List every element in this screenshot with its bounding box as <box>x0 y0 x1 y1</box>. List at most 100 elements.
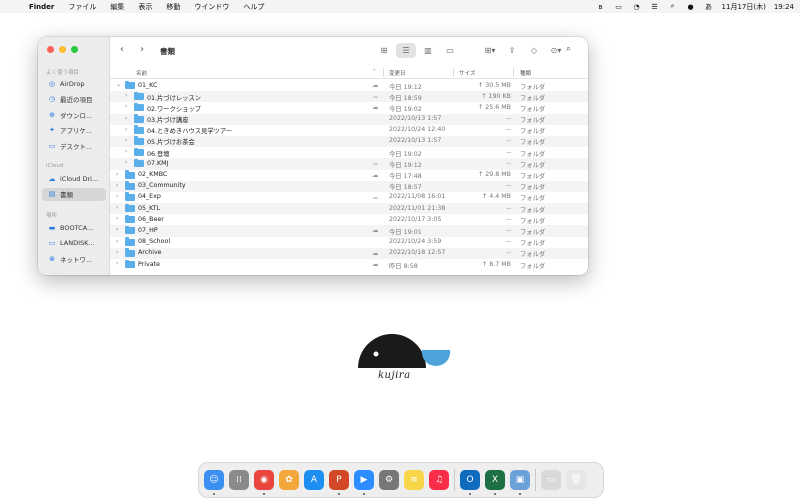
dock-zoom-icon[interactable]: ▶ <box>354 470 374 495</box>
dock-powerpoint-icon[interactable]: P <box>329 470 349 495</box>
column-kind[interactable]: 種類 <box>520 69 531 77</box>
dock-chrome-icon[interactable]: ◉ <box>254 470 274 495</box>
dock-app-store-icon[interactable]: A <box>304 470 324 490</box>
dock-notes-icon[interactable]: ≡ <box>404 470 424 490</box>
tag-button[interactable]: ◇ <box>524 43 544 58</box>
bluetooth-status-icon[interactable]: ʙ <box>596 3 606 11</box>
sidebar-item[interactable]: ⊕ ダウンロ... <box>42 108 106 121</box>
cloud-icon[interactable]: ☁ <box>372 193 379 201</box>
sidebar-item[interactable]: ▭ LANDISK... <box>42 237 106 250</box>
file-row[interactable]: › Private ☁ 昨日 8:58 ↑ 8.7 MB フォルダ <box>110 259 588 270</box>
file-row[interactable]: › 04.ときめきハウス見学ツアー 2022/10/24 12:40 -- フォルダ <box>110 125 588 136</box>
sidebar-item[interactable]: ☁ iCloud Dri... <box>42 172 106 185</box>
file-row[interactable]: › 07_HP ☁ 今日 19:01 -- フォルダ <box>110 225 588 237</box>
cloud-download-icon[interactable]: ☁ <box>372 249 379 257</box>
file-row[interactable]: › 02_KMBC ☁ 今日 17:48 ↑ 29.8 MB フォルダ <box>110 170 588 181</box>
cloud-icon[interactable]: ☁ <box>372 159 379 167</box>
disclosure-collapsed-icon[interactable]: › <box>116 238 118 245</box>
dock-excel-icon[interactable]: X <box>485 470 505 495</box>
cloud-icon[interactable]: ☁ <box>372 92 379 100</box>
disclosure-collapsed-icon[interactable]: › <box>116 171 118 178</box>
cloud-download-icon[interactable]: ☁ <box>372 260 379 268</box>
dock-system-preferences-icon[interactable]: ⚙ <box>379 470 399 490</box>
disclosure-collapsed-icon[interactable]: › <box>125 92 127 99</box>
sidebar-item[interactable]: ✦ アプリケ... <box>42 124 106 137</box>
wifi-icon[interactable]: ◔ <box>632 3 642 11</box>
share-button[interactable]: ⇪ <box>502 43 522 58</box>
battery-icon[interactable]: ▭ <box>614 3 624 11</box>
user-icon[interactable]: ● <box>686 3 696 11</box>
menu-item[interactable]: ウインドウ <box>187 2 236 12</box>
file-row[interactable]: › 05_KTL 2022/11/01 21:38 -- フォルダ <box>110 203 588 215</box>
minimize-window-button[interactable] <box>59 46 66 53</box>
disclosure-collapsed-icon[interactable]: › <box>125 137 127 144</box>
dock-launchpad-icon[interactable]: ⁞⁞ <box>229 470 249 490</box>
menu-item[interactable]: ヘルプ <box>236 2 271 12</box>
disclosure-collapsed-icon[interactable]: › <box>125 103 127 110</box>
cloud-download-icon[interactable]: ☁ <box>372 81 379 89</box>
disclosure-collapsed-icon[interactable]: › <box>116 226 118 233</box>
disclosure-collapsed-icon[interactable]: › <box>125 115 127 122</box>
file-row[interactable]: › 03.片づけ講座 2022/10/13 1:57 -- フォルダ <box>110 113 588 125</box>
file-row[interactable]: › 06_Beer 2022/10/17 3:05 -- フォルダ <box>110 214 588 225</box>
menu-item[interactable]: ファイル <box>61 2 103 12</box>
disclosure-collapsed-icon[interactable]: › <box>125 148 127 155</box>
menu-item[interactable]: 移動 <box>159 2 187 12</box>
sidebar-item[interactable]: ◷ 最近の項目 <box>42 93 106 106</box>
search-button-icon[interactable]: ⌕ <box>566 44 571 54</box>
disclosure-collapsed-icon[interactable]: › <box>116 215 118 222</box>
file-row[interactable]: › 06.登壇 今日 19:02 -- フォルダ <box>110 147 588 158</box>
disclosure-collapsed-icon[interactable]: › <box>116 204 118 211</box>
cloud-download-icon[interactable]: ☁ <box>372 226 379 234</box>
sidebar-item[interactable]: ▭ デスクト... <box>42 139 106 152</box>
dock-screenshot-window-icon[interactable]: ▭ <box>541 470 561 490</box>
list-view-button[interactable]: ☰ <box>396 43 416 58</box>
disclosure-collapsed-icon[interactable]: › <box>116 193 118 200</box>
file-row[interactable]: › 07.KMJ ☁ 今日 19:12 -- フォルダ <box>110 158 588 170</box>
file-row[interactable]: › 05.片づけお茶会 2022/10/13 1:57 -- フォルダ <box>110 135 588 148</box>
forward-button[interactable]: › <box>140 44 144 55</box>
disclosure-collapsed-icon[interactable]: › <box>116 249 118 256</box>
dock-finder-icon[interactable]: ☺ <box>204 470 224 495</box>
disclosure-collapsed-icon[interactable]: › <box>116 260 118 267</box>
menu-app-name[interactable]: Finder <box>22 3 61 11</box>
icon-view-button[interactable]: ⊞ <box>374 43 394 58</box>
sidebar-item[interactable]: ▬ BOOTCA... <box>42 221 106 234</box>
dock-preview-icon[interactable]: ▣ <box>510 470 530 495</box>
search-icon[interactable]: ⌕ <box>668 2 678 11</box>
file-row[interactable]: › 04_Exp ☁ 2022/11/08 16:01 ↑ 4.4 MB フォルダ <box>110 192 588 203</box>
menubar-time[interactable]: 19:24 <box>774 3 794 11</box>
group-by-button[interactable]: ⊞▾ <box>480 43 500 58</box>
column-name[interactable]: 名前 <box>136 69 147 77</box>
control-center-icon[interactable]: ☰ <box>650 3 660 11</box>
sidebar-item[interactable]: ⊗ ネットワ... <box>42 252 106 265</box>
close-window-button[interactable] <box>47 46 54 53</box>
dock-outlook-icon[interactable]: O <box>460 470 480 495</box>
gallery-view-button[interactable]: ▭ <box>440 43 460 58</box>
menu-item[interactable]: 編集 <box>103 2 131 12</box>
disclosure-expanded-icon[interactable]: ⌄ <box>116 81 121 88</box>
file-row[interactable]: ⌄ 01_KC ☁ 今日 19:12 ↑ 30.5 MB フォルダ <box>110 80 588 91</box>
column-view-button[interactable]: ▥ <box>418 43 438 58</box>
menu-item[interactable]: 表示 <box>131 2 159 12</box>
column-size[interactable]: サイズ <box>459 69 475 77</box>
back-button[interactable]: ‹ <box>120 44 124 55</box>
dock-trash-icon[interactable]: 🗑 <box>566 470 586 490</box>
more-actions-button[interactable]: ⊙▾ <box>546 43 566 58</box>
sidebar-item[interactable]: ◎ AirDrop <box>42 77 106 90</box>
file-row[interactable]: › Archive ☁ 2022/10/18 12:57 -- フォルダ <box>110 247 588 259</box>
file-row[interactable]: › 02.ワークショップ ☁ 今日 19:02 ↑ 25.6 MB フォルダ <box>110 102 588 113</box>
cloud-download-icon[interactable]: ☁ <box>372 103 379 111</box>
disclosure-collapsed-icon[interactable]: › <box>125 126 127 133</box>
cloud-download-icon[interactable]: ☁ <box>372 171 379 179</box>
sidebar-item[interactable]: ▤ 書類 <box>42 187 106 201</box>
dock-music-icon[interactable]: ♫ <box>429 470 449 490</box>
file-row[interactable]: › 08_School 2022/10/24 3:59 -- フォルダ <box>110 237 588 248</box>
dock-photos-icon[interactable]: ✿ <box>279 470 299 490</box>
input-method-indicator[interactable]: あ <box>704 2 714 12</box>
zoom-window-button[interactable] <box>71 46 78 53</box>
column-date[interactable]: 変更日 <box>389 69 406 77</box>
menubar-date[interactable]: 11月17日(木) <box>722 2 766 12</box>
file-row[interactable]: › 01.片づけレッスン ☁ 今日 18:59 ↑ 190 KB フォルダ <box>110 91 588 103</box>
disclosure-collapsed-icon[interactable]: › <box>125 159 127 166</box>
